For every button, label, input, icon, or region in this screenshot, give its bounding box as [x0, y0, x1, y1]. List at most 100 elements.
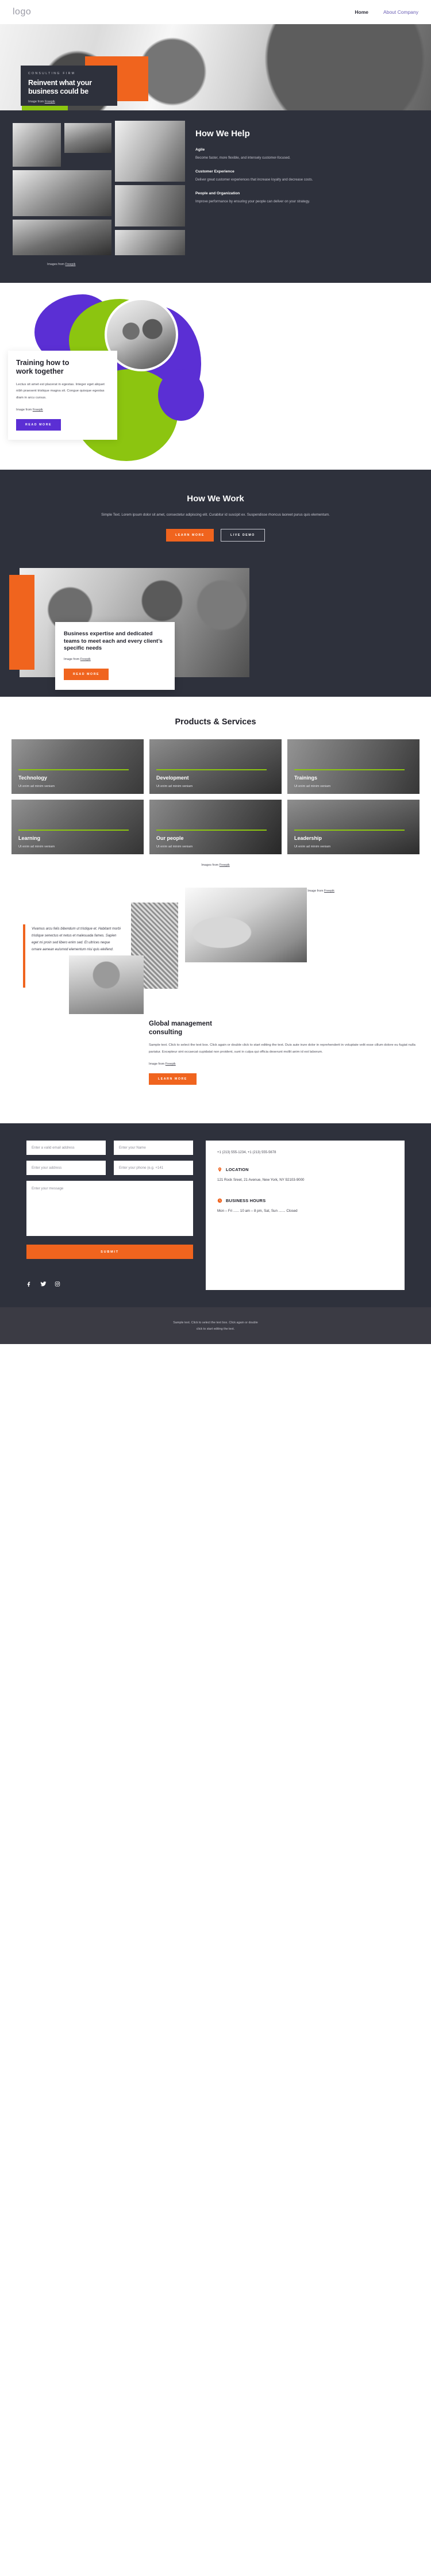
how-we-help-section: Images from Freepik How We Help Agile Be… — [0, 110, 431, 283]
product-card[interactable]: Learning Ut enim ad minim veniam — [11, 800, 144, 855]
address-field[interactable] — [26, 1161, 106, 1176]
product-card-title: Trainings — [294, 775, 318, 781]
work-paragraph: Simple Text. Lorem ipsum dolor sit amet,… — [101, 513, 330, 517]
product-card-subtitle: Ut enim ad minim veniam — [294, 845, 331, 849]
quote-credit-link[interactable]: Freepik — [324, 889, 334, 893]
location-pin-icon — [218, 1168, 222, 1172]
business-hours-heading: BUSINESS HOURS — [217, 1198, 393, 1203]
phone-field[interactable] — [114, 1161, 193, 1176]
help-item-title: Agile — [195, 148, 205, 152]
product-card-subtitle: Ut enim ad minim veniam — [18, 845, 55, 849]
training-credit-prefix: Image from — [16, 408, 33, 412]
expertise-read-more-button[interactable]: READ MORE — [64, 669, 109, 681]
training-heading: Training how to work together — [16, 359, 109, 376]
hero-title-line-2: business could be — [28, 87, 88, 95]
work-heading: How We Work — [187, 494, 244, 504]
message-field[interactable] — [26, 1181, 193, 1237]
hero-section: CONSULTING FIRM Reinvent what your busin… — [0, 24, 431, 110]
help-item-customer-experience: Customer Experience Deliver great custom… — [195, 170, 418, 183]
expertise-orange-accent — [9, 575, 34, 670]
product-card-subtitle: Ut enim ad minim veniam — [156, 845, 193, 849]
help-content: How We Help Agile Become faster, more fl… — [195, 123, 418, 267]
location-title: LOCATION — [226, 1167, 249, 1173]
instagram-icon[interactable] — [55, 1280, 60, 1290]
contact-phones: +1 (213) 555-1234, +1 (213) 555-5678 — [217, 1151, 276, 1155]
clock-icon — [217, 1199, 222, 1203]
contact-section: SUBMIT +1 (213) 555-1234, +1 (213) 555-5… — [0, 1123, 431, 1308]
business-hours-title: BUSINESS HOURS — [226, 1198, 266, 1204]
training-text-card: Training how to work together Lectus sit… — [8, 351, 117, 440]
product-card[interactable]: Technology Ut enim ad minim veniam — [11, 739, 144, 794]
quote-credit-prefix: Image from — [307, 889, 325, 893]
facebook-icon[interactable] — [26, 1280, 32, 1290]
help-item-text: Become faster, more flexible, and intens… — [195, 156, 291, 160]
main-navigation: Home About Company — [355, 9, 418, 15]
nav-link-home[interactable]: Home — [355, 9, 368, 15]
global-consulting-section: Global management consulting Sample text… — [0, 1014, 431, 1124]
product-card[interactable]: Leadership Ut enim ad minim veniam — [287, 800, 420, 855]
work-live-demo-button[interactable]: LIVE DEMO — [220, 529, 265, 542]
products-services-section: Products & Services Technology Ut enim a… — [0, 697, 431, 882]
expertise-image-credit: Image from Freepik — [64, 658, 166, 661]
training-read-more-button[interactable]: READ MORE — [16, 419, 61, 431]
email-field[interactable] — [26, 1141, 106, 1155]
training-heading-line-1: Training how to — [16, 359, 70, 367]
help-item-people-and-organization: People and Organization Improve performa… — [195, 191, 418, 205]
hero-text-card: CONSULTING FIRM Reinvent what your busin… — [21, 66, 117, 106]
gallery-image-3 — [115, 121, 185, 182]
submit-button[interactable]: SUBMIT — [26, 1245, 193, 1260]
product-card-title: Development — [156, 775, 189, 781]
product-card-title: Learning — [18, 835, 41, 842]
products-credit-link[interactable]: Freepik — [220, 863, 230, 867]
product-card-title: Leadership — [294, 835, 322, 842]
gallery-image-5 — [115, 185, 185, 226]
location-address: 121 Rock Sreet, 21 Avenue, New York, NY … — [217, 1178, 305, 1183]
contact-info-card: +1 (213) 555-1234, +1 (213) 555-5678 LOC… — [206, 1141, 405, 1291]
product-card-rule — [156, 769, 267, 771]
twitter-icon[interactable] — [40, 1280, 47, 1290]
social-links — [26, 1280, 193, 1290]
quote-section: Image from Freepik Vivamus arcu felis bi… — [0, 882, 431, 1054]
decorative-blob-purple-3 — [158, 369, 204, 421]
global-credit-link[interactable]: Freepik — [166, 1062, 176, 1066]
site-header: logo Home About Company — [0, 0, 431, 24]
expertise-credit-prefix: Image from — [64, 658, 80, 662]
hero-credit-link[interactable]: Freepik — [45, 100, 55, 103]
hero-title-line-1: Reinvent what your — [28, 79, 92, 87]
quote-text: Vivamus arcu felis bibendum ut tristique… — [32, 927, 121, 952]
logo[interactable]: logo — [13, 7, 31, 17]
product-card-title: Our people — [156, 835, 184, 842]
product-card-rule — [294, 830, 405, 831]
name-field[interactable] — [114, 1141, 193, 1155]
help-item-agile: Agile Become faster, more flexible, and … — [195, 148, 418, 162]
product-card[interactable]: Our people Ut enim ad minim veniam — [149, 800, 282, 855]
gallery-credit-link[interactable]: Freepik — [65, 263, 75, 266]
training-credit-link[interactable]: Freepik — [33, 408, 43, 412]
product-card[interactable]: Trainings Ut enim ad minim veniam — [287, 739, 420, 794]
training-section: Training how to work together Lectus sit… — [0, 283, 431, 470]
training-paragraph: Lectus sit amet est placerat in egestas.… — [16, 382, 105, 400]
global-heading-line-2: consulting — [149, 1028, 183, 1036]
work-button-group: LEARN MORE LIVE DEMO — [34, 529, 397, 542]
footer-line-2: click to start editing the text. — [196, 1327, 235, 1331]
work-learn-more-button[interactable]: LEARN MORE — [166, 529, 214, 542]
products-grid: Technology Ut enim ad minim veniam Devel… — [11, 739, 420, 855]
global-credit-prefix: Image from — [149, 1062, 166, 1066]
product-card-subtitle: Ut enim ad minim veniam — [18, 785, 55, 789]
product-card[interactable]: Development Ut enim ad minim veniam — [149, 739, 282, 794]
product-card-rule — [156, 830, 267, 831]
products-image-credit: Images from Freepik — [11, 863, 420, 867]
gallery-image-6 — [13, 220, 111, 255]
training-heading-line-2: work together — [16, 367, 64, 375]
nav-link-about-company[interactable]: About Company — [383, 9, 418, 15]
gallery-image-4 — [13, 170, 111, 216]
global-learn-more-button[interactable]: LEARN MORE — [149, 1073, 197, 1085]
contact-form: SUBMIT — [26, 1141, 193, 1290]
expertise-credit-link[interactable]: Freepik — [80, 658, 91, 661]
hero-title: Reinvent what your business could be — [28, 79, 110, 96]
gallery-image-7 — [115, 230, 185, 255]
site-footer: Sample text. Click to select the text bo… — [0, 1307, 431, 1345]
product-card-subtitle: Ut enim ad minim veniam — [156, 785, 193, 789]
global-heading-line-1: Global management — [149, 1020, 212, 1028]
footer-line-1: Sample text. Click to select the text bo… — [173, 1321, 258, 1325]
